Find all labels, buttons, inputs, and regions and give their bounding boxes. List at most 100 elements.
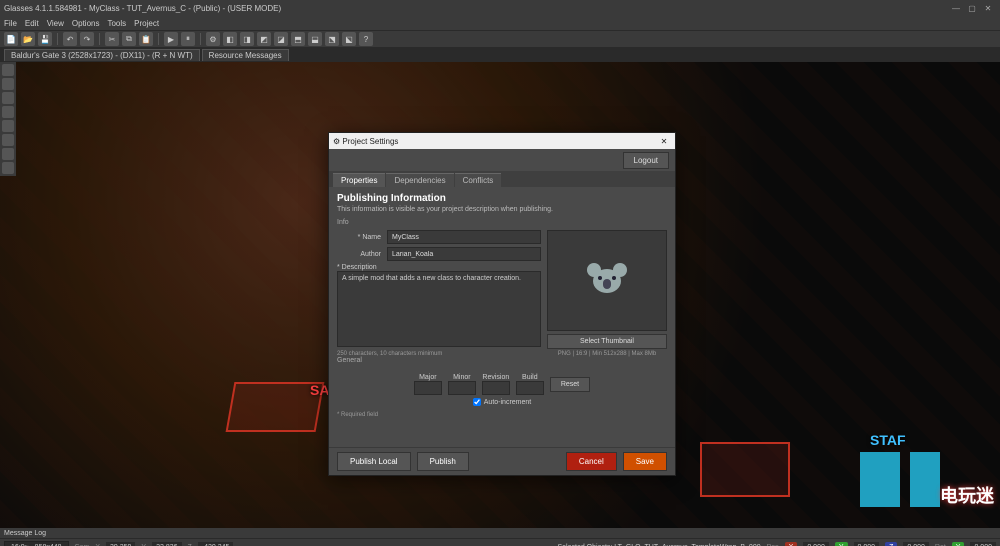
panel-tab[interactable]: Resource Messages: [202, 49, 289, 61]
major-input[interactable]: [414, 381, 442, 395]
koala-icon: [589, 263, 625, 299]
tool-cut-icon[interactable]: ✂: [105, 32, 119, 46]
menu-project[interactable]: Project: [134, 19, 159, 28]
description-label: Description: [337, 264, 541, 271]
gizmo-cyan-marker: [860, 452, 900, 507]
required-note: * Required field: [337, 412, 667, 418]
window-titlebar: Glasses 4.1.1.584981 - MyClass - TUT_Ave…: [0, 0, 1000, 16]
name-label: Name: [337, 234, 387, 241]
tool-open-icon[interactable]: 📂: [21, 32, 35, 46]
pos-z-value[interactable]: 0.000: [903, 542, 929, 546]
menu-bar: File Edit View Options Tools Project: [0, 16, 1000, 30]
tool-generic-icon[interactable]: ⬔: [325, 32, 339, 46]
dialog-title: Project Settings: [342, 137, 398, 146]
tool-undo-icon[interactable]: ↶: [63, 32, 77, 46]
main-toolbar: 📄 📂 💾 ↶ ↷ ✂ ⧉ 📋 ▶ ⏸ ⚙ ◧ ◨ ◩ ◪ ⬒ ⬓ ⬔ ⬕ ?: [0, 30, 1000, 48]
dialog-heading: Publishing Information: [337, 193, 667, 204]
message-log-bar[interactable]: Message Log: [0, 528, 1000, 538]
major-label: Major: [419, 374, 437, 381]
tool-save-icon[interactable]: 💾: [38, 32, 52, 46]
auto-increment-label: Auto-increment: [484, 399, 531, 406]
publish-local-button[interactable]: Publish Local: [337, 452, 411, 471]
tool-generic-icon[interactable]: ◪: [274, 32, 288, 46]
main-area: SA STAF ⚙ Project Settings ✕ Logout Prop…: [0, 62, 1000, 528]
sidetool-rotate-icon[interactable]: [2, 92, 14, 104]
tool-help-icon[interactable]: ?: [359, 32, 373, 46]
sidetool-icon[interactable]: [2, 134, 14, 146]
tab-dependencies[interactable]: Dependencies: [386, 173, 453, 187]
cancel-button[interactable]: Cancel: [566, 452, 617, 471]
cam-y-value: 22.836: [152, 542, 181, 546]
sidetool-move-icon[interactable]: [2, 78, 14, 90]
author-input[interactable]: [387, 247, 541, 261]
message-log-label: Message Log: [4, 530, 46, 537]
dialog-tabs: Properties Dependencies Conflicts: [329, 171, 675, 187]
name-input[interactable]: [387, 230, 541, 244]
menu-file[interactable]: File: [4, 19, 17, 28]
gizmo-red-box: [700, 442, 790, 497]
viewport-label-sa: SA: [310, 382, 329, 398]
tab-conflicts[interactable]: Conflicts: [455, 173, 502, 187]
app-title: Glasses 4.1.1.584981 - MyClass - TUT_Ave…: [4, 4, 281, 13]
build-label: Build: [522, 374, 538, 381]
pos-z-axis: Z: [885, 542, 897, 546]
tool-paste-icon[interactable]: 📋: [139, 32, 153, 46]
maximize-button[interactable]: ▢: [964, 4, 980, 13]
tab-properties[interactable]: Properties: [333, 173, 385, 187]
tool-play-icon[interactable]: ▶: [164, 32, 178, 46]
description-input[interactable]: [337, 271, 541, 347]
publish-button[interactable]: Publish: [417, 452, 469, 471]
tool-pause-icon[interactable]: ⏸: [181, 32, 195, 46]
tool-redo-icon[interactable]: ↷: [80, 32, 94, 46]
sidetool-icon[interactable]: [2, 148, 14, 160]
menu-options[interactable]: Options: [72, 19, 100, 28]
revision-label: Revision: [482, 374, 509, 381]
close-button[interactable]: ✕: [980, 4, 996, 13]
rot-y-value[interactable]: 0.000: [970, 542, 996, 546]
tool-new-icon[interactable]: 📄: [4, 32, 18, 46]
pos-x-value[interactable]: 0.000: [803, 542, 829, 546]
sidetool-icon[interactable]: [2, 120, 14, 132]
pos-x-axis: X: [785, 542, 798, 546]
status-bar: 16:9≈ - 858x448 Cam X 39.259 Y 22.836 Z …: [0, 538, 1000, 546]
tool-generic-icon[interactable]: ⬕: [342, 32, 356, 46]
tool-generic-icon[interactable]: ◧: [223, 32, 237, 46]
menu-view[interactable]: View: [47, 19, 64, 28]
auto-increment-checkbox[interactable]: [473, 398, 481, 406]
cam-x-value: 39.259: [106, 542, 135, 546]
menu-tools[interactable]: Tools: [107, 19, 126, 28]
build-input[interactable]: [516, 381, 544, 395]
reset-button[interactable]: Reset: [550, 377, 590, 392]
aspect-ratio-chip[interactable]: 16:9≈ - 858x448: [4, 541, 69, 546]
tool-generic-icon[interactable]: ◨: [240, 32, 254, 46]
tool-copy-icon[interactable]: ⧉: [122, 32, 136, 46]
tool-generic-icon[interactable]: ⚙: [206, 32, 220, 46]
minimize-button[interactable]: —: [948, 4, 964, 13]
select-thumbnail-button[interactable]: Select Thumbnail: [547, 334, 667, 349]
sidetool-select-icon[interactable]: [2, 64, 14, 76]
menu-edit[interactable]: Edit: [25, 19, 39, 28]
pos-y-value[interactable]: 0.000: [854, 542, 880, 546]
gizmo-cyan-marker: [910, 452, 940, 507]
sidetool-icon[interactable]: [2, 162, 14, 174]
section-general-label: General: [337, 357, 667, 364]
revision-input[interactable]: [482, 381, 510, 395]
tool-generic-icon[interactable]: ◩: [257, 32, 271, 46]
tool-generic-icon[interactable]: ⬓: [308, 32, 322, 46]
document-tab[interactable]: Baldur's Gate 3 (2528x1723) - (DX11) - (…: [4, 49, 200, 61]
logout-button[interactable]: Logout: [623, 152, 669, 169]
settings-icon: ⚙: [333, 137, 340, 146]
section-info-label: Info: [337, 219, 667, 226]
thumbnail-preview: [547, 230, 667, 331]
dialog-titlebar[interactable]: ⚙ Project Settings ✕: [329, 133, 675, 149]
minor-input[interactable]: [448, 381, 476, 395]
cam-z-value: -420.245: [198, 542, 234, 546]
dialog-close-button[interactable]: ✕: [657, 137, 671, 146]
document-tab-bar: Baldur's Gate 3 (2528x1723) - (DX11) - (…: [0, 48, 1000, 62]
project-settings-dialog: ⚙ Project Settings ✕ Logout Properties D…: [328, 132, 676, 476]
minor-label: Minor: [453, 374, 471, 381]
rot-y-axis: Y: [952, 542, 965, 546]
save-button[interactable]: Save: [623, 452, 667, 471]
sidetool-scale-icon[interactable]: [2, 106, 14, 118]
tool-generic-icon[interactable]: ⬒: [291, 32, 305, 46]
